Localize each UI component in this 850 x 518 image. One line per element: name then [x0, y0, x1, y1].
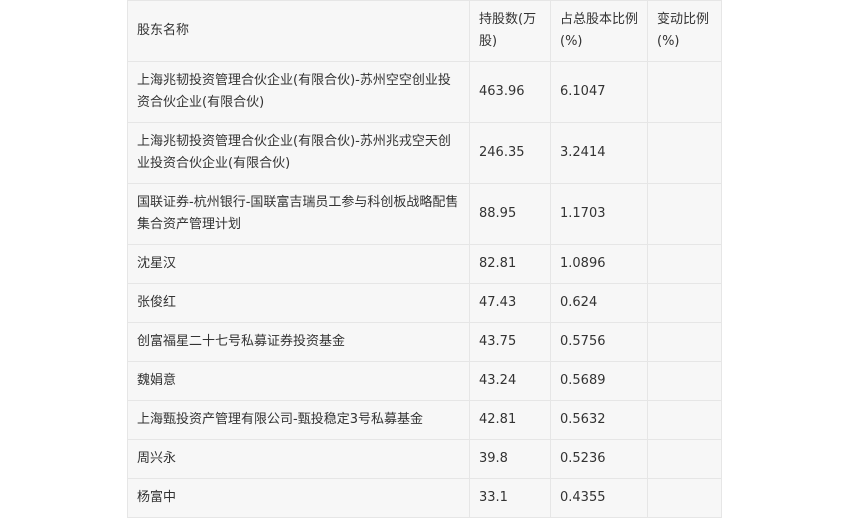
table-row: 国联证券-杭州银行-国联富吉瑞员工参与科创板战略配售集合资产管理计划 88.95…: [127, 183, 722, 245]
cell-shares: 43.75: [469, 322, 551, 362]
cell-name: 张俊红: [127, 283, 470, 323]
cell-name: 魏娟意: [127, 361, 470, 401]
cell-ratio: 6.1047: [550, 61, 648, 123]
table-row: 创富福星二十七号私募证券投资基金 43.75 0.5756: [127, 322, 722, 362]
header-change: 变动比例(%): [647, 0, 722, 62]
cell-name: 周兴永: [127, 439, 470, 479]
cell-shares: 88.95: [469, 183, 551, 245]
cell-ratio: 1.1703: [550, 183, 648, 245]
cell-shares: 33.1: [469, 478, 551, 518]
header-shares: 持股数(万股): [469, 0, 551, 62]
cell-change: [647, 400, 722, 440]
cell-shares: 42.81: [469, 400, 551, 440]
table-row: 沈星汉 82.81 1.0896: [127, 244, 722, 284]
cell-change: [647, 244, 722, 284]
cell-name: 沈星汉: [127, 244, 470, 284]
cell-ratio: 0.4355: [550, 478, 648, 518]
table-header-row: 股东名称 持股数(万股) 占总股本比例(%) 变动比例(%): [127, 0, 722, 62]
table-row: 杨富中 33.1 0.4355: [127, 478, 722, 518]
cell-ratio: 0.5632: [550, 400, 648, 440]
cell-change: [647, 478, 722, 518]
table-row: 上海兆韧投资管理合伙企业(有限合伙)-苏州空空创业投资合伙企业(有限合伙) 46…: [127, 61, 722, 123]
cell-name: 杨富中: [127, 478, 470, 518]
cell-ratio: 3.2414: [550, 122, 648, 184]
cell-name: 国联证券-杭州银行-国联富吉瑞员工参与科创板战略配售集合资产管理计划: [127, 183, 470, 245]
header-ratio: 占总股本比例(%): [550, 0, 648, 62]
cell-name: 上海甄投资产管理有限公司-甄投稳定3号私募基金: [127, 400, 470, 440]
cell-change: [647, 439, 722, 479]
cell-ratio: 0.5236: [550, 439, 648, 479]
cell-shares: 39.8: [469, 439, 551, 479]
cell-shares: 43.24: [469, 361, 551, 401]
cell-change: [647, 283, 722, 323]
cell-name: 创富福星二十七号私募证券投资基金: [127, 322, 470, 362]
cell-change: [647, 322, 722, 362]
cell-ratio: 0.624: [550, 283, 648, 323]
table-row: 周兴永 39.8 0.5236: [127, 439, 722, 479]
cell-ratio: 0.5689: [550, 361, 648, 401]
cell-shares: 47.43: [469, 283, 551, 323]
table-row: 上海兆韧投资管理合伙企业(有限合伙)-苏州兆戎空天创业投资合伙企业(有限合伙) …: [127, 122, 722, 184]
cell-shares: 246.35: [469, 122, 551, 184]
cell-name: 上海兆韧投资管理合伙企业(有限合伙)-苏州兆戎空天创业投资合伙企业(有限合伙): [127, 122, 470, 184]
cell-change: [647, 183, 722, 245]
cell-change: [647, 61, 722, 123]
table-row: 上海甄投资产管理有限公司-甄投稳定3号私募基金 42.81 0.5632: [127, 400, 722, 440]
cell-shares: 82.81: [469, 244, 551, 284]
table-row: 魏娟意 43.24 0.5689: [127, 361, 722, 401]
shareholder-table: 股东名称 持股数(万股) 占总股本比例(%) 变动比例(%) 上海兆韧投资管理合…: [127, 0, 722, 518]
cell-ratio: 0.5756: [550, 322, 648, 362]
cell-ratio: 1.0896: [550, 244, 648, 284]
cell-change: [647, 122, 722, 184]
table-row: 张俊红 47.43 0.624: [127, 283, 722, 323]
cell-change: [647, 361, 722, 401]
shareholder-table-container: 股东名称 持股数(万股) 占总股本比例(%) 变动比例(%) 上海兆韧投资管理合…: [127, 0, 722, 518]
cell-name: 上海兆韧投资管理合伙企业(有限合伙)-苏州空空创业投资合伙企业(有限合伙): [127, 61, 470, 123]
cell-shares: 463.96: [469, 61, 551, 123]
header-shareholder-name: 股东名称: [127, 0, 470, 62]
